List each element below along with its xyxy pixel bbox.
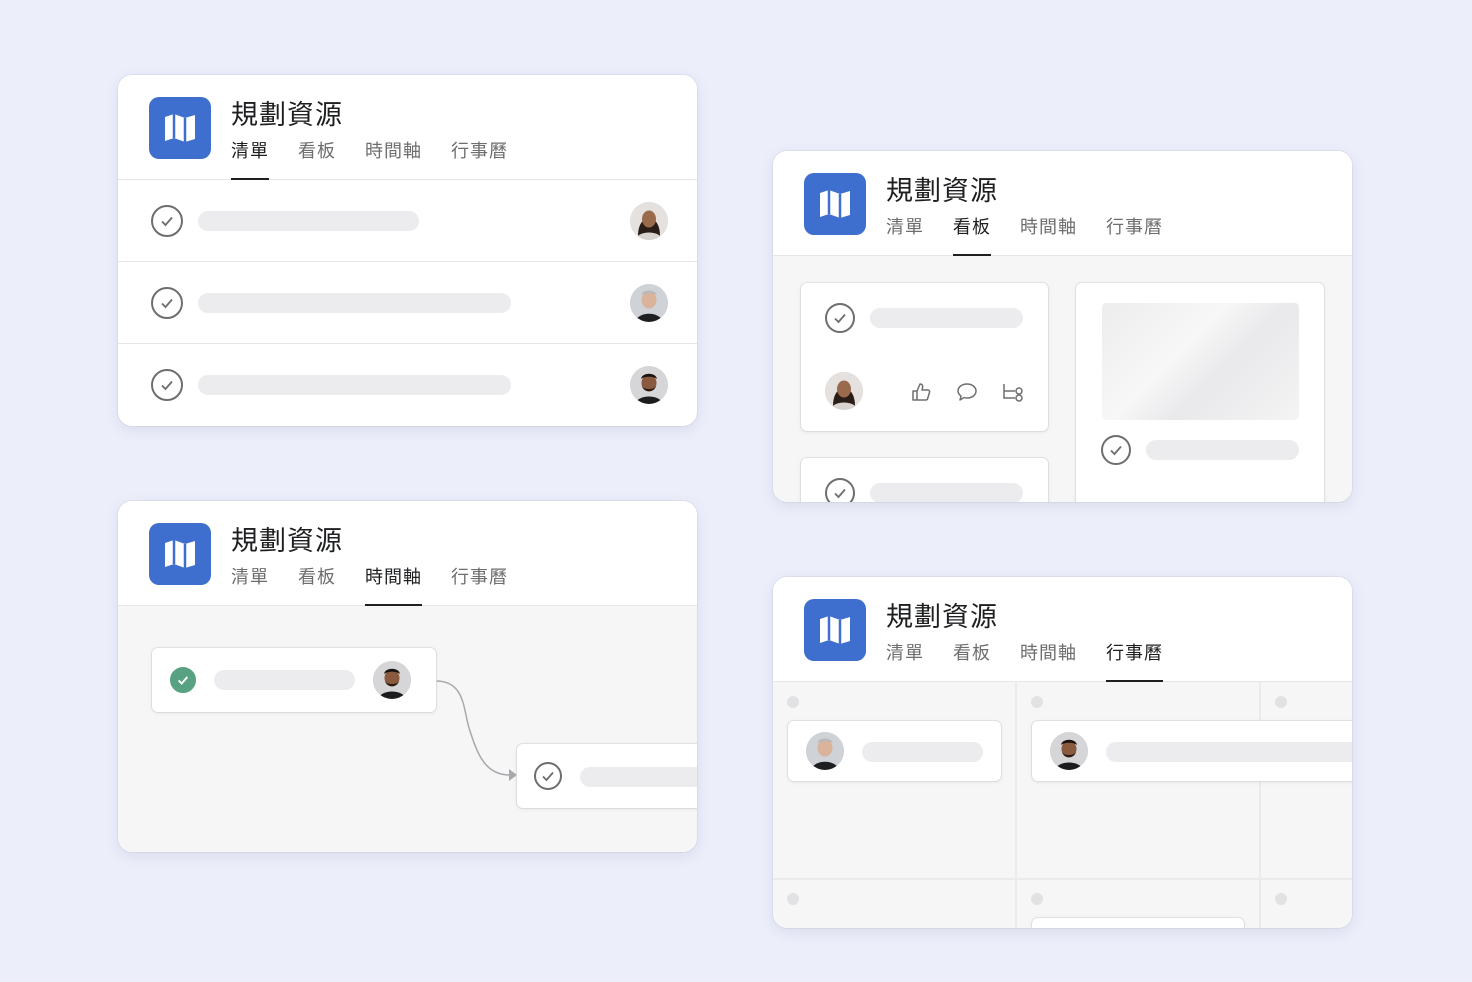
view-tabs: 清單 看板 時間軸 行事曆 xyxy=(886,639,1192,682)
subtask-icon[interactable] xyxy=(1001,381,1025,403)
calendar-day-marker xyxy=(1031,893,1043,905)
calendar-event[interactable] xyxy=(1032,721,1352,781)
tab-board[interactable]: 看板 xyxy=(953,213,991,256)
view-tabs: 清單 看板 時間軸 行事曆 xyxy=(231,137,537,180)
check-circle-icon[interactable] xyxy=(151,369,183,401)
tab-board[interactable]: 看板 xyxy=(953,639,991,682)
task-name-placeholder xyxy=(198,293,511,313)
task-name-placeholder xyxy=(1146,440,1299,460)
card-header: 規劃資源 清單 看板 時間軸 行事曆 xyxy=(773,151,1352,256)
check-circle-icon[interactable] xyxy=(825,478,855,502)
tab-timeline[interactable]: 時間軸 xyxy=(1020,213,1077,256)
tab-calendar[interactable]: 行事曆 xyxy=(451,137,508,180)
task-name-placeholder xyxy=(870,308,1023,328)
card-header: 規劃資源 清單 看板 時間軸 行事曆 xyxy=(118,75,697,180)
timeline-task-bar[interactable] xyxy=(517,744,697,808)
avatar[interactable] xyxy=(1050,732,1088,770)
avatar[interactable] xyxy=(630,284,668,322)
calendar-row-divider xyxy=(773,878,1352,880)
board-task-card[interactable] xyxy=(801,283,1048,431)
list-view-card: 規劃資源 清單 看板 時間軸 行事曆 xyxy=(118,75,697,426)
check-circle-icon[interactable] xyxy=(151,287,183,319)
check-circle-icon[interactable] xyxy=(825,303,855,333)
project-title: 規劃資源 xyxy=(886,176,998,207)
avatar[interactable] xyxy=(825,372,863,410)
map-icon[interactable] xyxy=(149,97,211,159)
check-circle-icon[interactable] xyxy=(151,205,183,237)
avatar[interactable] xyxy=(373,661,411,699)
thumbs-up-icon[interactable] xyxy=(910,381,932,403)
calendar-column-divider xyxy=(1015,682,1017,928)
tab-timeline[interactable]: 時間軸 xyxy=(1020,639,1077,682)
comment-icon[interactable] xyxy=(956,381,978,403)
calendar-day-marker xyxy=(1275,893,1287,905)
tab-list[interactable]: 清單 xyxy=(886,213,924,256)
calendar-event[interactable] xyxy=(788,721,1001,781)
board-view-card: 規劃資源 清單 看板 時間軸 行事曆 xyxy=(773,151,1352,502)
avatar[interactable] xyxy=(806,732,844,770)
card-header: 規劃資源 清單 看板 時間軸 行事曆 xyxy=(773,577,1352,682)
check-circle-complete-icon[interactable] xyxy=(170,667,196,693)
cover-image xyxy=(1102,303,1299,420)
board-task-card[interactable] xyxy=(1076,283,1324,502)
task-name-placeholder xyxy=(580,767,697,787)
task-name-placeholder xyxy=(198,375,511,395)
check-circle-icon[interactable] xyxy=(534,762,562,790)
calendar-event[interactable] xyxy=(1032,918,1244,928)
map-icon[interactable] xyxy=(804,599,866,661)
calendar-column-divider xyxy=(1259,682,1261,928)
tab-list[interactable]: 清單 xyxy=(886,639,924,682)
avatar[interactable] xyxy=(630,202,668,240)
calendar-grid xyxy=(773,682,1352,928)
calendar-view-card: 規劃資源 清單 看板 時間軸 行事曆 xyxy=(773,577,1352,928)
task-name-placeholder xyxy=(198,211,419,231)
calendar-day-marker xyxy=(787,696,799,708)
view-tabs: 清單 看板 時間軸 行事曆 xyxy=(886,213,1192,256)
row-divider xyxy=(118,261,697,262)
calendar-day-marker xyxy=(1275,696,1287,708)
row-divider xyxy=(118,343,697,344)
calendar-day-marker xyxy=(1031,696,1043,708)
map-icon[interactable] xyxy=(804,173,866,235)
task-name-placeholder xyxy=(862,742,983,762)
tab-calendar[interactable]: 行事曆 xyxy=(1106,639,1163,682)
calendar-day-marker xyxy=(787,893,799,905)
check-circle-icon[interactable] xyxy=(1101,435,1131,465)
timeline-view-card: 規劃資源 清單 看板 時間軸 行事曆 xyxy=(118,501,697,852)
tab-list[interactable]: 清單 xyxy=(231,137,269,180)
board-task-card[interactable] xyxy=(801,458,1048,502)
task-name-placeholder xyxy=(214,670,355,690)
tab-board[interactable]: 看板 xyxy=(298,137,336,180)
avatar[interactable] xyxy=(630,366,668,404)
tab-calendar[interactable]: 行事曆 xyxy=(1106,213,1163,256)
project-title: 規劃資源 xyxy=(231,100,343,131)
task-name-placeholder xyxy=(1106,742,1352,762)
timeline-task-bar[interactable] xyxy=(152,648,436,712)
project-title: 規劃資源 xyxy=(886,602,998,633)
tab-timeline[interactable]: 時間軸 xyxy=(365,137,422,180)
task-name-placeholder xyxy=(870,483,1023,502)
